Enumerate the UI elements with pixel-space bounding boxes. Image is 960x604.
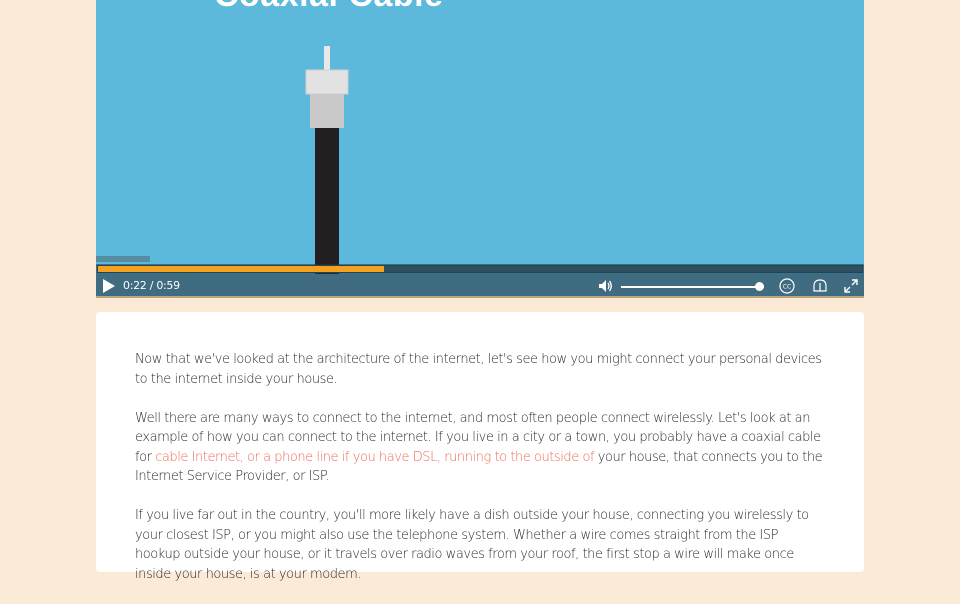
video-player[interactable]: Coaxial Cable (96, 0, 864, 298)
fullscreen-icon[interactable] (843, 278, 859, 294)
player-bottom-border (96, 296, 864, 298)
video-controls: 0:22 / 0:59 CC (96, 274, 864, 298)
time-separator: / (149, 279, 154, 292)
video-progress-bar[interactable] (96, 264, 864, 274)
article-card: Now that we've looked at the architectur… (96, 312, 864, 582)
closed-captions-icon[interactable]: CC (779, 278, 795, 294)
progress-track[interactable] (97, 265, 863, 273)
volume-slider-knob[interactable] (755, 282, 765, 291)
paragraph-1: Now that we've looked at the architectur… (135, 352, 822, 387)
buffer-indicator (96, 256, 150, 262)
volume-slider[interactable] (621, 286, 764, 288)
progress-fill (98, 266, 384, 272)
current-time: 0:22 (123, 279, 147, 292)
audio-description-icon[interactable] (812, 278, 828, 294)
paragraph-2: Well there are many ways to connect to t… (135, 409, 825, 487)
total-time: 0:59 (156, 279, 180, 292)
svg-text:CC: CC (783, 284, 791, 291)
paragraph-3: If you live far out in the country, you'… (135, 508, 809, 582)
article-body: Now that we've looked at the architectur… (135, 350, 825, 604)
play-icon[interactable] (102, 279, 116, 293)
coaxial-cable-illustration (305, 46, 349, 298)
volume-icon[interactable] (599, 280, 613, 292)
time-display: 0:22 / 0:59 (123, 279, 180, 292)
highlighted-text-link[interactable]: cable Internet, or a phone line if you h… (155, 450, 594, 465)
